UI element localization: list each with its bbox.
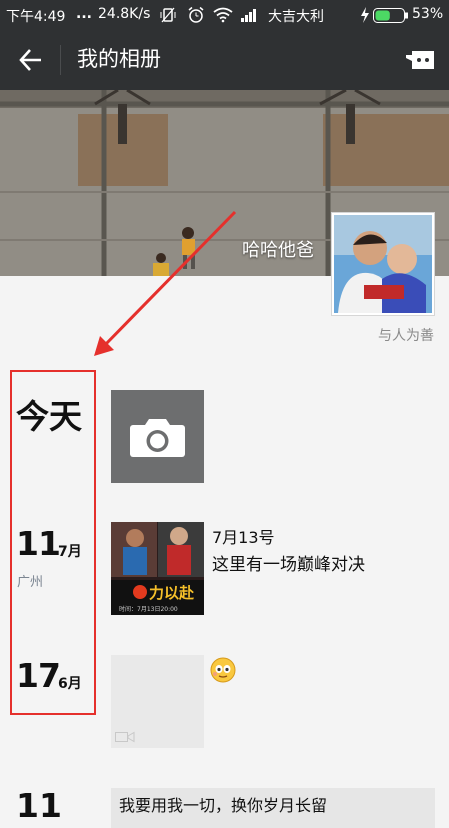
entry-location: 广州 [17, 575, 44, 590]
entry-day: 11 [16, 786, 62, 825]
thumb-caption: 时间：7月13日20:00 [119, 605, 178, 613]
status-dots: ... [76, 6, 92, 22]
status-bar: 下午4:49 ... 24.8K/s 大吉大利 53% [0, 0, 449, 30]
avatar[interactable] [331, 212, 435, 316]
nav-divider [60, 45, 61, 75]
signal-icon [241, 9, 256, 22]
vibrate-icon [160, 7, 176, 23]
post-date: 7月13号 [212, 528, 275, 547]
status-time: 下午4:49 [6, 9, 66, 25]
wifi-icon [213, 7, 233, 23]
battery-icon [373, 8, 408, 23]
profile-signature: 与人为善 [378, 328, 434, 344]
entry-month: 6月 [58, 676, 82, 692]
status-net-speed: 24.8K/s [98, 6, 151, 22]
page-title: 我的相册 [77, 47, 161, 71]
status-battery-text: 53% [412, 6, 444, 22]
back-arrow-icon[interactable] [18, 47, 44, 73]
thumb-slogan: 力以赴 [149, 584, 195, 602]
camera-button[interactable] [111, 390, 204, 483]
nav-bar: 我的相册 [0, 30, 449, 90]
status-carrier: 大吉大利 [268, 9, 324, 25]
entry-month: 7月 [58, 544, 82, 560]
date-today: 今天 [16, 397, 82, 436]
post-thumbnail[interactable]: 力以赴 时间：7月13日20:00 [111, 522, 204, 615]
camera-icon [130, 419, 185, 457]
video-icon [115, 731, 135, 743]
post-text[interactable]: 这里有一场巅峰对决 [212, 550, 365, 575]
entry-day: 11 [16, 524, 61, 563]
post-text[interactable]: 我要用我一切，换你岁月长留 [119, 792, 327, 816]
charging-icon [361, 7, 369, 23]
message-icon[interactable] [404, 49, 436, 71]
video-thumbnail[interactable] [111, 655, 204, 748]
profile-name: 哈哈他爸 [242, 240, 314, 261]
entry-day: 17 [16, 656, 61, 695]
alarm-icon [188, 6, 204, 23]
emoji-icon [210, 657, 236, 683]
